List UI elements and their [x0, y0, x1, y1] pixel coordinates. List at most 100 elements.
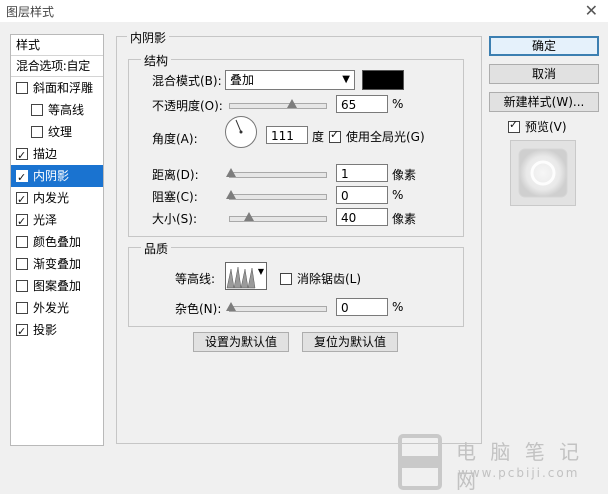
opacity-input[interactable]: 65: [336, 95, 388, 113]
global-light-label: 使用全局光(G): [346, 130, 425, 144]
style-item-label: 描边: [33, 147, 58, 161]
choke-slider[interactable]: [226, 190, 327, 200]
noise-input[interactable]: 0: [336, 298, 388, 316]
choke-input[interactable]: 0: [336, 186, 388, 204]
style-list-header[interactable]: 样式: [11, 35, 103, 56]
style-item-label: 图案叠加: [33, 279, 82, 293]
style-item-checkbox[interactable]: [16, 145, 28, 167]
watermark-url: www.pcbiji.com: [458, 466, 580, 480]
style-item-checkbox[interactable]: [16, 81, 28, 94]
size-slider-thumb[interactable]: [244, 212, 254, 221]
style-item-checkbox[interactable]: [31, 103, 43, 116]
blend-mode-label: 混合模式(B):: [152, 74, 222, 88]
style-item-label: 光泽: [33, 213, 58, 227]
title-bar: 图层样式 ✕: [0, 0, 608, 22]
distance-input[interactable]: 1: [336, 164, 388, 182]
style-item-label: 内阴影: [33, 169, 70, 183]
anti-alias-checkbox[interactable]: 消除锯齿(L): [280, 270, 361, 287]
style-item[interactable]: 内发光: [11, 187, 103, 211]
choke-unit: %: [392, 188, 404, 202]
cancel-button[interactable]: 取消: [489, 64, 599, 84]
style-item[interactable]: 光泽: [11, 209, 103, 233]
structure-title: 结构: [141, 52, 172, 69]
global-light-check-icon: [329, 128, 341, 143]
style-item-label: 等高线: [48, 103, 85, 117]
watermark-name: 电 脑 笔 记 网: [456, 440, 584, 493]
opacity-slider-thumb[interactable]: [287, 99, 297, 108]
style-items: 斜面和浮雕等高线纹理描边内阴影内发光光泽颜色叠加渐变叠加图案叠加外发光投影: [11, 77, 103, 343]
new-style-button[interactable]: 新建样式(W)...: [489, 92, 599, 112]
layer-style-dialog: 样式 混合选项:自定 斜面和浮雕等高线纹理描边内阴影内发光光泽颜色叠加渐变叠加图…: [0, 22, 608, 494]
angle-input[interactable]: 111: [266, 126, 308, 144]
distance-slider-thumb[interactable]: [226, 168, 236, 177]
style-item[interactable]: 内阴影: [11, 165, 103, 189]
contour-chevron-icon: ▼: [257, 267, 264, 276]
blend-options-item[interactable]: 混合选项:自定: [11, 56, 103, 77]
structure-group: 结构 混合模式(B): 叠加 ▼ 不透明度(O): 65 % 角度(A): 11…: [128, 52, 464, 237]
anti-alias-check-icon: [280, 272, 292, 285]
angle-label: 角度(A):: [152, 132, 198, 146]
inner-shadow-group: 内阴影 结构 混合模式(B): 叠加 ▼ 不透明度(O): 65 % 角度(A)…: [116, 29, 482, 444]
watermark-logo-icon: [398, 434, 442, 490]
quality-title: 品质: [141, 240, 172, 257]
style-list: 样式 混合选项:自定 斜面和浮雕等高线纹理描边内阴影内发光光泽颜色叠加渐变叠加图…: [10, 34, 104, 446]
style-item[interactable]: 斜面和浮雕: [11, 77, 103, 99]
opacity-unit: %: [392, 97, 404, 111]
style-item-checkbox[interactable]: [31, 125, 43, 138]
preview-checkbox[interactable]: 预览(V): [508, 118, 567, 135]
preview-thumbnail: [518, 148, 568, 198]
style-item-label: 纹理: [48, 125, 73, 139]
contour-picker[interactable]: ▼: [225, 262, 267, 290]
close-icon[interactable]: ✕: [585, 1, 598, 20]
window-title: 图层样式: [6, 5, 55, 19]
ok-button[interactable]: 确定: [489, 36, 599, 56]
style-item[interactable]: 外发光: [11, 297, 103, 319]
style-item-checkbox[interactable]: [16, 189, 28, 211]
style-item[interactable]: 投影: [11, 319, 103, 343]
style-item-checkbox[interactable]: [16, 279, 28, 292]
noise-slider[interactable]: [226, 302, 327, 312]
style-item[interactable]: 渐变叠加: [11, 253, 103, 275]
distance-label: 距离(D):: [152, 168, 199, 182]
global-light-checkbox[interactable]: 使用全局光(G): [329, 128, 425, 145]
style-item-checkbox[interactable]: [16, 211, 28, 233]
style-item-checkbox[interactable]: [16, 235, 28, 248]
blend-mode-value: 叠加: [230, 73, 255, 87]
choke-label: 阻塞(C):: [152, 190, 198, 204]
style-item[interactable]: 颜色叠加: [11, 231, 103, 253]
style-preview: [510, 140, 576, 206]
preview-label: 预览(V): [525, 120, 567, 134]
watermark: 电 脑 笔 记 网 www.pcbiji.com: [396, 430, 608, 494]
chevron-down-icon: ▼: [342, 74, 350, 85]
style-item[interactable]: 纹理: [11, 121, 103, 143]
style-item[interactable]: 等高线: [11, 99, 103, 121]
noise-unit: %: [392, 300, 404, 314]
make-default-button[interactable]: 设置为默认值: [193, 332, 289, 352]
style-item-label: 渐变叠加: [33, 257, 82, 271]
size-input[interactable]: 40: [336, 208, 388, 226]
style-item-label: 颜色叠加: [33, 235, 82, 249]
blend-mode-select[interactable]: 叠加 ▼: [225, 70, 355, 90]
style-item-checkbox[interactable]: [16, 301, 28, 314]
size-label: 大小(S):: [152, 212, 198, 226]
style-item-label: 斜面和浮雕: [33, 81, 94, 95]
style-item-checkbox[interactable]: [16, 167, 28, 189]
style-item[interactable]: 图案叠加: [11, 275, 103, 297]
angle-dial[interactable]: [225, 116, 257, 148]
style-item-checkbox[interactable]: [16, 257, 28, 270]
angle-unit: 度: [312, 130, 325, 144]
noise-slider-thumb[interactable]: [226, 302, 236, 311]
opacity-slider[interactable]: [229, 99, 327, 109]
opacity-label: 不透明度(O):: [152, 99, 223, 113]
distance-unit: 像素: [392, 168, 417, 182]
size-slider[interactable]: [229, 212, 327, 222]
reset-default-button[interactable]: 复位为默认值: [302, 332, 398, 352]
distance-slider[interactable]: [226, 168, 327, 178]
preview-check-icon: [508, 118, 520, 133]
angle-needle-icon: [235, 119, 243, 134]
blend-color-swatch[interactable]: [362, 70, 404, 90]
style-item-checkbox[interactable]: [16, 321, 28, 343]
choke-slider-thumb[interactable]: [226, 190, 236, 199]
quality-group: 品质 等高线: ▼ 消除锯齿(L) 杂色(N): 0 %: [128, 240, 464, 327]
style-item[interactable]: 描边: [11, 143, 103, 167]
